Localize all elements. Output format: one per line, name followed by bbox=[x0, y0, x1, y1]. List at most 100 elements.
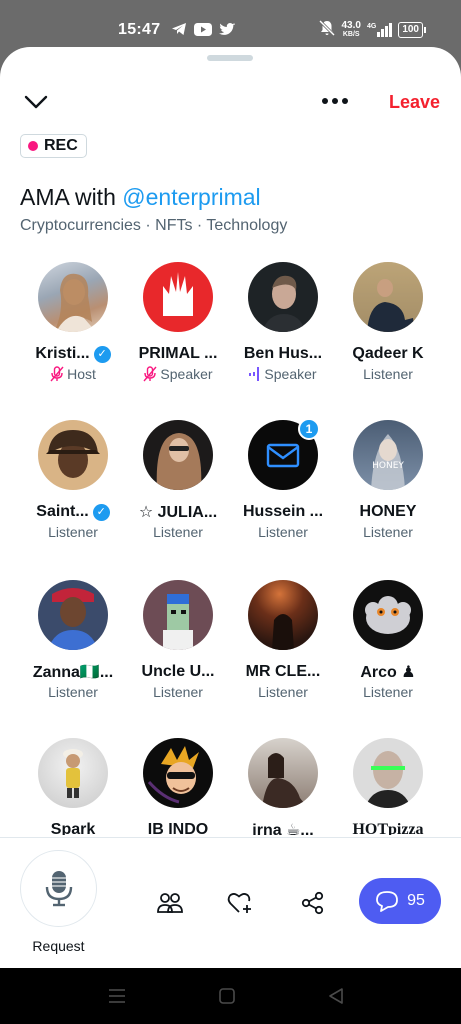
avatar bbox=[38, 420, 108, 490]
participant-name-text: Ben Hus... bbox=[243, 345, 323, 362]
participant[interactable]: Uncle U... Listener bbox=[123, 580, 233, 700]
participant-role-text: Speaker bbox=[264, 366, 317, 382]
participant[interactable]: ☆ JULIA... Listener bbox=[123, 420, 233, 540]
participant-name-text: HOTpizza bbox=[352, 821, 424, 835]
twitter-bird-icon bbox=[219, 22, 235, 41]
participant-role-text: Listener bbox=[48, 684, 98, 700]
participant-name-text: Saint... bbox=[36, 503, 89, 520]
home-square-icon bbox=[219, 988, 235, 1004]
share-icon bbox=[301, 891, 324, 915]
heart-plus-icon bbox=[227, 893, 251, 913]
mute-icon bbox=[318, 19, 336, 39]
avatar bbox=[38, 580, 108, 650]
leave-button[interactable]: Leave bbox=[389, 92, 440, 113]
participant-role-text: Speaker bbox=[160, 366, 213, 382]
verified-badge-icon: ✓ bbox=[92, 503, 110, 521]
participant-role-text: Host bbox=[67, 366, 96, 382]
participant-role-text: Listener bbox=[363, 366, 413, 382]
participant-name: ☆ JULIA... bbox=[123, 502, 233, 522]
participant-role: Listener bbox=[333, 366, 443, 382]
participant-role-text: Listener bbox=[48, 524, 98, 540]
participant-name: Saint... ✓ bbox=[18, 502, 128, 522]
participant[interactable]: Kristi... ✓ Host bbox=[18, 262, 128, 382]
avatar bbox=[143, 262, 213, 332]
home-button[interactable] bbox=[219, 988, 235, 1009]
recents-button[interactable] bbox=[108, 988, 126, 1009]
participant-role-text: Listener bbox=[363, 684, 413, 700]
request-to-speak-button[interactable] bbox=[20, 850, 97, 927]
participant-name-text: Uncle U... bbox=[141, 663, 215, 680]
chevron-down-icon bbox=[24, 95, 48, 109]
participant-role-text: Listener bbox=[363, 524, 413, 540]
participant-name-text: Zanna🇳🇬... bbox=[32, 664, 114, 681]
host-handle-link[interactable]: @enterprimal bbox=[122, 184, 260, 210]
participant-name: HOTpizza bbox=[333, 820, 443, 835]
people-button[interactable] bbox=[155, 890, 185, 916]
recording-badge: REC bbox=[20, 134, 87, 158]
net-speed-unit: KB/S bbox=[342, 30, 360, 38]
signal-icon: 4G bbox=[366, 22, 393, 37]
rec-label: REC bbox=[44, 137, 78, 154]
participant[interactable]: HONEY HONEY Listener bbox=[333, 420, 443, 540]
battery-icon: 100 bbox=[398, 21, 426, 38]
participant[interactable]: Saint... ✓ Listener bbox=[18, 420, 128, 540]
comments-button[interactable]: 95 bbox=[359, 878, 441, 924]
participant-name-text: Qadeer K bbox=[352, 345, 424, 362]
dot-icon bbox=[332, 98, 338, 104]
participant-role-text: Listener bbox=[153, 684, 203, 700]
participants-grid: Kristi... ✓ Host PRIMAL ... Speaker Ben … bbox=[0, 260, 461, 835]
participant-name-text: ☆ JULIA... bbox=[138, 504, 218, 521]
participant-name-text: IB INDO bbox=[147, 821, 209, 835]
net-speed-value: 43.0 bbox=[341, 19, 361, 31]
mic-muted-icon bbox=[143, 366, 157, 382]
participant-role-text: Listener bbox=[258, 524, 308, 540]
participant[interactable]: PRIMAL ... Speaker bbox=[123, 262, 233, 382]
net-speed: 43.0 KB/S bbox=[341, 19, 361, 39]
system-nav-bar bbox=[0, 968, 461, 1024]
notification-badge: 1 bbox=[298, 418, 320, 440]
youtube-icon bbox=[194, 22, 212, 41]
participant-role: Listener bbox=[18, 684, 128, 700]
battery-level: 100 bbox=[402, 23, 419, 35]
avatar bbox=[38, 262, 108, 332]
participant-role: Speaker bbox=[123, 366, 233, 382]
participant-name: Qadeer K bbox=[333, 344, 443, 364]
back-triangle-icon bbox=[329, 988, 343, 1004]
status-right: 43.0 KB/S 4G 100 bbox=[318, 19, 426, 39]
participant[interactable]: irna ☕... bbox=[228, 738, 338, 835]
participant[interactable]: 1 Hussein ... Listener bbox=[228, 418, 338, 540]
network-type: 4G bbox=[366, 22, 377, 30]
request-label: Request bbox=[32, 938, 85, 954]
participant-name: Zanna🇳🇬... bbox=[18, 662, 128, 682]
status-app-icons bbox=[171, 22, 235, 41]
participant-name-text: Kristi... bbox=[35, 345, 90, 362]
participant[interactable]: Arco ♟ Listener bbox=[333, 580, 443, 700]
share-button[interactable] bbox=[298, 890, 328, 916]
participant[interactable]: HOTpizza bbox=[333, 738, 443, 835]
participant-role-text: Listener bbox=[153, 524, 203, 540]
participant-name-text: PRIMAL ... bbox=[138, 345, 218, 362]
participant[interactable]: Spark bbox=[18, 738, 128, 835]
participant-role: Listener bbox=[228, 524, 338, 540]
drag-handle[interactable] bbox=[207, 55, 253, 61]
avatar bbox=[143, 738, 213, 808]
dot-icon bbox=[342, 98, 348, 104]
space-title: AMA with @enterprimal bbox=[20, 184, 261, 211]
participant[interactable]: MR CLE... Listener bbox=[228, 580, 338, 700]
space-sheet: Leave REC AMA with @enterprimal Cryptocu… bbox=[0, 47, 461, 968]
collapse-button[interactable] bbox=[23, 91, 49, 113]
avatar bbox=[353, 580, 423, 650]
mic-muted-icon bbox=[50, 366, 64, 382]
participant-role: Listener bbox=[333, 524, 443, 540]
more-options-button[interactable] bbox=[322, 94, 354, 108]
participant-name: Kristi... ✓ bbox=[18, 344, 128, 364]
react-button[interactable] bbox=[226, 890, 256, 916]
participant[interactable]: Zanna🇳🇬... Listener bbox=[18, 580, 128, 700]
participant[interactable]: Ben Hus... Speaker bbox=[228, 262, 338, 382]
participant-name: HONEY bbox=[333, 502, 443, 522]
microphone-icon bbox=[45, 870, 72, 906]
back-button[interactable] bbox=[328, 988, 344, 1009]
participant-name-text: Hussein ... bbox=[242, 503, 324, 520]
participant[interactable]: Qadeer K Listener bbox=[333, 262, 443, 382]
participant[interactable]: IB INDO bbox=[123, 738, 233, 835]
